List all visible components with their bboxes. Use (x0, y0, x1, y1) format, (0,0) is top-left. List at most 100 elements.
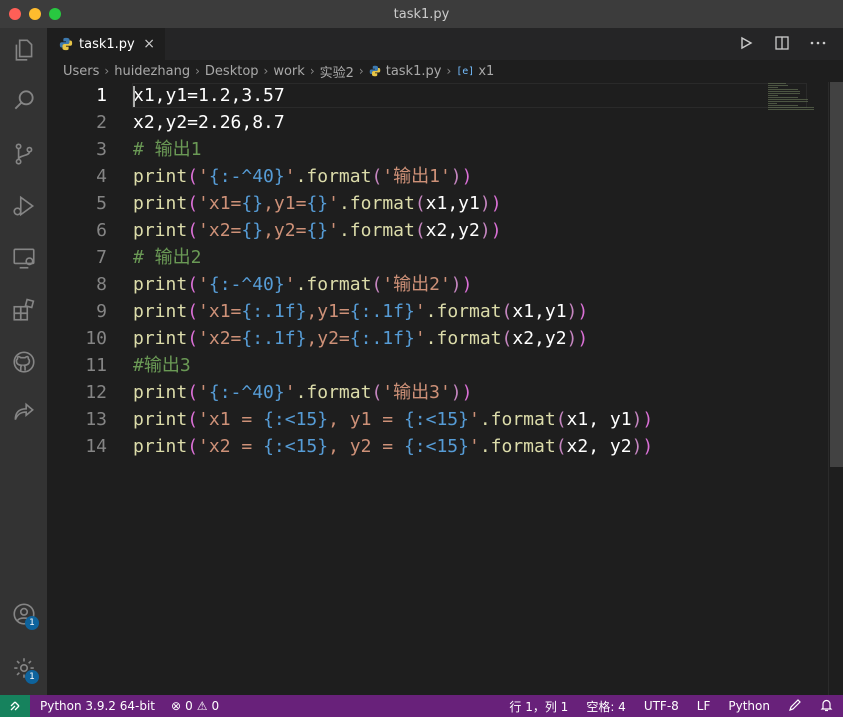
code-token: ' (414, 301, 426, 322)
code-token: ( (187, 274, 199, 295)
breadcrumb: Users › huidezhang › Desktop › work › 实验… (47, 60, 843, 82)
code-token: .format (425, 301, 502, 322)
code-token: x2,y2=2.26,8.7 (133, 112, 285, 133)
code-token: .format (295, 166, 372, 187)
code-text: print('{:-^40}'.format('输出1')) (133, 163, 472, 190)
breadcrumb-item[interactable]: huidezhang (114, 64, 190, 79)
code-token: {:.1f} (349, 328, 415, 349)
code-token: ' (284, 166, 296, 187)
settings-gear-icon[interactable]: 1 (0, 648, 47, 688)
breadcrumb-symbol[interactable]: [e] x1 (456, 64, 494, 79)
minimize-window-button[interactable] (29, 8, 41, 20)
notifications-bell-icon[interactable] (820, 698, 833, 715)
vertical-scrollbar[interactable] (828, 82, 843, 695)
code-token: ' (198, 382, 209, 403)
code-token: {:-^40} (208, 382, 285, 403)
close-window-button[interactable] (9, 8, 21, 20)
feedback-icon[interactable] (788, 698, 802, 715)
code-line[interactable]: 13 print('x1 = {:<15}, y1 = {:<15}'.forma… (47, 406, 827, 433)
code-token: ( (187, 328, 199, 349)
source-control-icon[interactable] (0, 134, 47, 174)
cursor-position[interactable]: 行 1，列 1 (509, 698, 568, 715)
encoding[interactable]: UTF-8 (644, 699, 679, 713)
code-token: .format (295, 382, 372, 403)
error-icon: ⊗ (171, 699, 182, 713)
problems-indicator[interactable]: ⊗ 0 ⚠ 0 (171, 699, 219, 713)
scrollbar-thumb[interactable] (830, 82, 843, 467)
minimap[interactable] (768, 82, 818, 112)
code-text: x2,y2=2.26,8.7 (133, 109, 285, 136)
code-line[interactable]: 14 print('x2 = {:<15}, y2 = {:<15}'.forma… (47, 433, 827, 460)
code-line[interactable]: 6 print('x2={},y2={}'.format(x2,y2)) (47, 217, 827, 244)
code-token: ) (450, 166, 462, 187)
code-line[interactable]: 12 print('{:-^40}'.format('输出3')) (47, 379, 827, 406)
code-token: ) (479, 220, 491, 241)
python-interpreter[interactable]: Python 3.9.2 64-bit (40, 699, 155, 713)
code-token: {} (241, 220, 264, 241)
code-line[interactable]: 2 x2,y2=2.26,8.7 (47, 109, 827, 136)
remote-indicator-icon[interactable] (0, 695, 30, 717)
more-actions-icon[interactable] (809, 34, 827, 52)
tab-close-icon[interactable]: × (143, 36, 155, 52)
accounts-icon[interactable]: 1 (0, 594, 47, 634)
code-token: ,y2= (306, 328, 350, 349)
code-token: ' (198, 166, 209, 187)
code-token: print (133, 301, 188, 322)
breadcrumb-item[interactable]: Users (63, 64, 99, 79)
breadcrumb-item[interactable]: 实验2 (320, 62, 354, 81)
line-number: 6 (96, 220, 107, 241)
code-line[interactable]: 5 print('x1={},y1={}'.format(x1,y1)) (47, 190, 827, 217)
code-token: ( (187, 193, 199, 214)
status-right: 行 1，列 1 空格: 4 UTF-8 LF Python (509, 695, 833, 717)
code-token: ( (414, 220, 426, 241)
explorer-icon[interactable] (0, 30, 47, 70)
chevron-right-icon: › (358, 64, 364, 78)
code-line[interactable]: 7 # 输出2 (47, 244, 827, 271)
error-count: 0 (185, 699, 193, 713)
code-line[interactable]: 8 print('{:-^40}'.format('输出2')) (47, 271, 827, 298)
chevron-right-icon: › (263, 64, 269, 78)
code-line[interactable]: 4 print('{:-^40}'.format('输出1')) (47, 163, 827, 190)
split-editor-icon[interactable] (773, 34, 791, 52)
run-debug-icon[interactable] (0, 186, 47, 226)
code-token: .format (479, 436, 556, 457)
tab-task1-py[interactable]: task1.py × (47, 28, 165, 60)
language-mode[interactable]: Python (728, 699, 770, 713)
code-line[interactable]: 3 # 输出1 (47, 136, 827, 163)
code-token: ) (642, 436, 654, 457)
indentation[interactable]: 空格: 4 (586, 698, 626, 715)
code-token: 'x2 = (198, 436, 264, 457)
code-token: {:.1f} (349, 301, 415, 322)
tab-label: task1.py (79, 36, 135, 52)
code-line[interactable]: 11 #输出3 (47, 352, 827, 379)
code-token: ) (490, 193, 502, 214)
code-token: '输出3' (382, 382, 451, 403)
code-text: print('x1={:.1f},y1={:.1f}'.format(x1,y1… (133, 298, 588, 325)
maximize-window-button[interactable] (49, 8, 61, 20)
code-line[interactable]: 1 x1,y1=1.2,3.57 (47, 82, 827, 109)
breadcrumb-file[interactable]: task1.py (369, 64, 441, 79)
end-of-line[interactable]: LF (697, 699, 711, 713)
code-text: # 输出2 (133, 244, 202, 271)
search-icon[interactable] (0, 80, 47, 120)
live-share-icon[interactable] (0, 392, 47, 432)
line-number: 13 (85, 409, 107, 430)
warning-count: 0 (211, 699, 220, 713)
code-token: 'x1= (198, 193, 242, 214)
code-token: print (133, 274, 188, 295)
breadcrumb-item[interactable]: Desktop (205, 64, 259, 79)
code-text: print('x1={},y1={}'.format(x1,y1)) (133, 190, 502, 217)
remote-explorer-icon[interactable] (0, 238, 47, 278)
github-icon[interactable] (0, 342, 47, 382)
code-editor[interactable]: 1 x1,y1=1.2,3.57 2 x2,y2=2.26,8.7 3 # 输出1 4 pri… (47, 82, 828, 695)
code-token: ( (187, 301, 199, 322)
run-python-file-icon[interactable] (737, 34, 755, 52)
code-line[interactable]: 10 print('x2={:.1f},y2={:.1f}'.format(x2,… (47, 325, 827, 352)
extensions-icon[interactable] (0, 290, 47, 330)
code-token: ) (461, 382, 473, 403)
code-line[interactable]: 9 print('x1={:.1f},y1={:.1f}'.format(x1,y… (47, 298, 827, 325)
code-token: x1, y1 (566, 409, 632, 430)
code-token: '输出1' (382, 166, 451, 187)
warning-icon: ⚠ (196, 699, 208, 713)
breadcrumb-item[interactable]: work (273, 64, 304, 79)
